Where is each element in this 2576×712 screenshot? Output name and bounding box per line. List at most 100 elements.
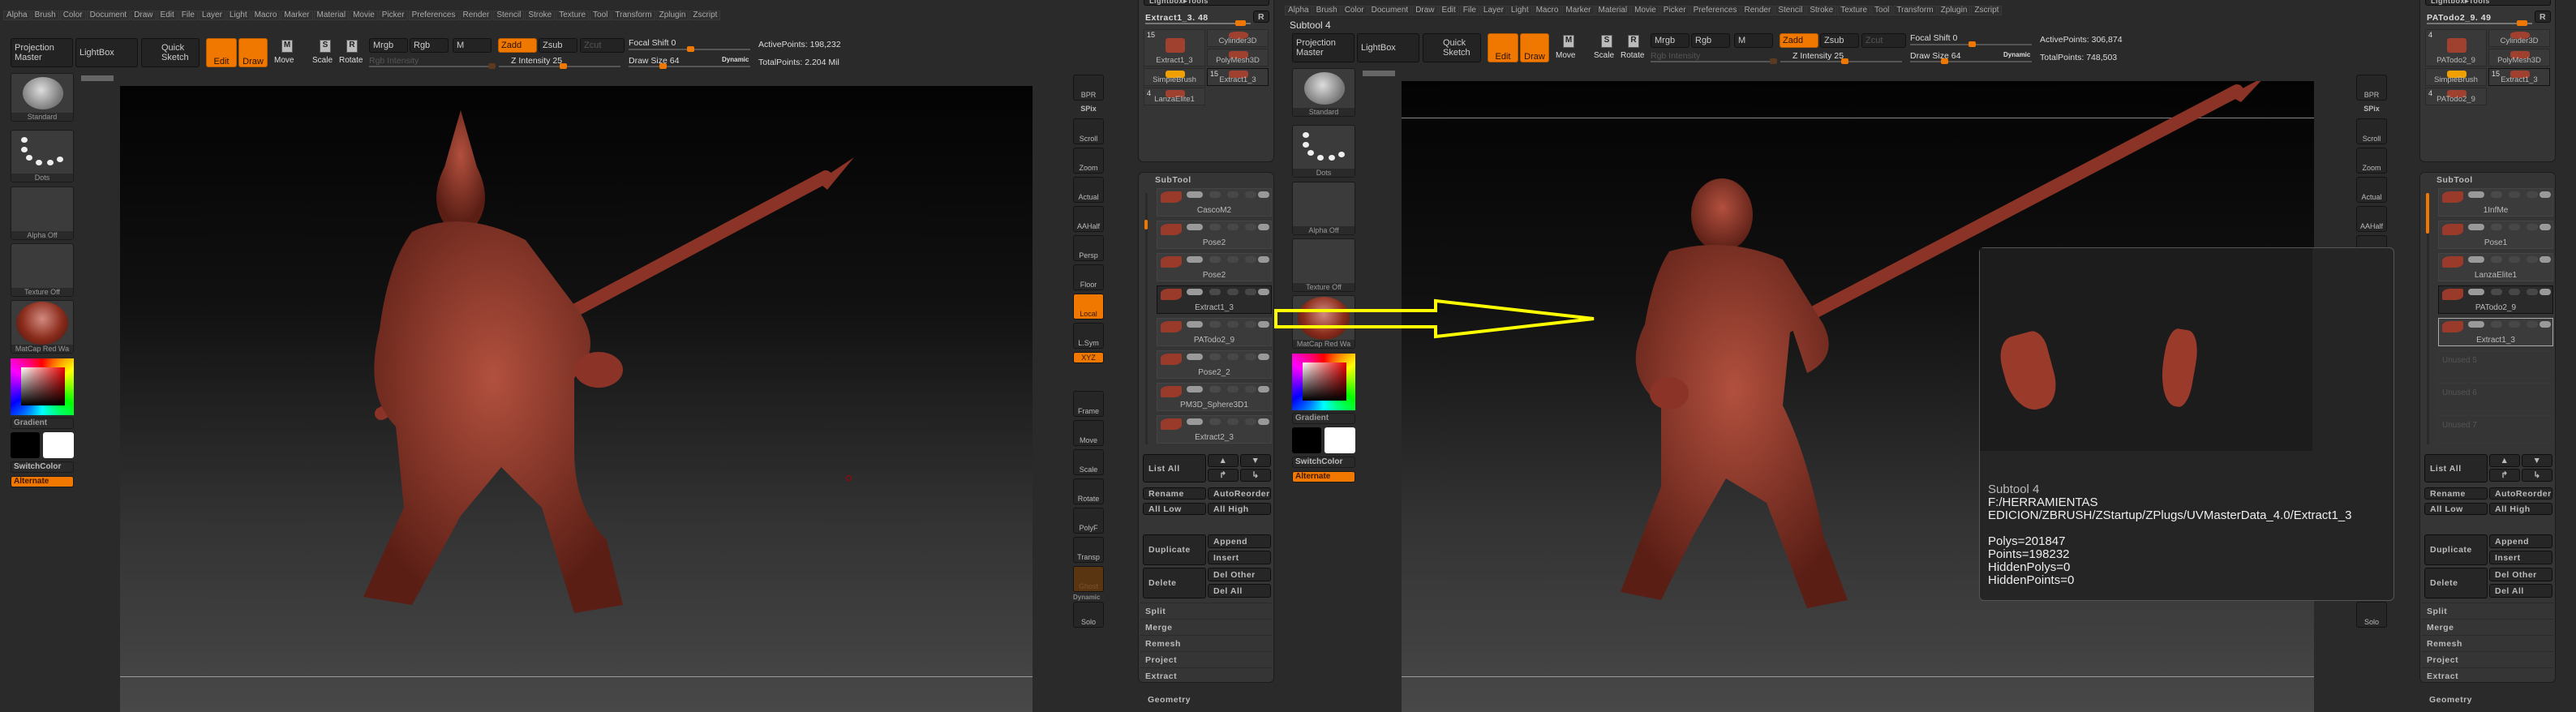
subtool-row[interactable]: Unused 5: [2438, 350, 2553, 379]
solo-toggle-icon[interactable]: [1209, 418, 1221, 425]
subtool-row[interactable]: CascoM2: [1157, 188, 1272, 217]
focal-shift-knob[interactable]: [687, 46, 694, 52]
remesh-button[interactable]: Remesh: [2427, 639, 2462, 649]
polypaint-toggle-icon[interactable]: [1187, 418, 1203, 425]
dynamic-toggle[interactable]: Dynamic: [722, 56, 749, 63]
polypaint-toggle-icon[interactable]: [1187, 289, 1203, 295]
wire-toggle-icon[interactable]: [1245, 354, 1256, 360]
del-all-button[interactable]: Del All: [1208, 584, 1271, 598]
delete-button[interactable]: Delete: [1143, 568, 1206, 598]
transp-toggle-icon[interactable]: [1227, 354, 1239, 360]
edit-button[interactable]: Edit: [206, 38, 237, 67]
visibility-eye-icon[interactable]: [1258, 224, 1269, 230]
subtool-scroll-thumb[interactable]: [2426, 193, 2429, 234]
polypaint-toggle-icon[interactable]: [1187, 256, 1203, 263]
visibility-eye-icon[interactable]: [2540, 289, 2551, 295]
polypaint-toggle-icon[interactable]: [1187, 354, 1203, 360]
lightbox-tools-button[interactable]: Lightbox▸Tools: [2425, 0, 2551, 6]
transp-toggle-icon[interactable]: [1227, 191, 1239, 198]
mrgb-button[interactable]: Mrgb: [1651, 33, 1689, 48]
menu-light[interactable]: Light: [225, 11, 251, 20]
subtool-row[interactable]: PATodo2_9: [2438, 285, 2553, 314]
tool-thumbnail[interactable]: SimpleBrush: [1144, 68, 1205, 86]
alternate-button[interactable]: Alternate: [11, 476, 74, 487]
wire-toggle-icon[interactable]: [2527, 256, 2538, 263]
transp-toggle-icon[interactable]: [2509, 256, 2520, 263]
wire-toggle-icon[interactable]: [1245, 289, 1256, 295]
polypaint-toggle-icon[interactable]: [2468, 289, 2484, 295]
transp-toggle-icon[interactable]: [2509, 224, 2520, 230]
gradient-button[interactable]: Gradient: [1292, 413, 1355, 424]
visibility-eye-icon[interactable]: [1258, 354, 1269, 360]
m-button[interactable]: M: [1734, 33, 1773, 48]
z-intensity-slider[interactable]: [499, 63, 620, 69]
tool-thumbnail[interactable]: PolyMesh3D: [2488, 49, 2550, 66]
menu-stroke[interactable]: Stroke: [1806, 6, 1837, 15]
subtool-scroll-thumb[interactable]: [1144, 220, 1148, 229]
tool-transp-button[interactable]: Transp: [1073, 537, 1104, 563]
visibility-eye-icon[interactable]: [2540, 191, 2551, 198]
visibility-eye-icon[interactable]: [2540, 321, 2551, 328]
menu-marker[interactable]: Marker: [1562, 6, 1595, 15]
zcut-button[interactable]: Zcut: [1861, 33, 1906, 48]
menu-macro[interactable]: Macro: [251, 11, 281, 20]
subtool-row[interactable]: Pose1: [2438, 221, 2553, 249]
subtool-row[interactable]: Pose2: [1157, 253, 1272, 281]
tool-aahalf-button[interactable]: AAHalf: [1073, 206, 1104, 232]
draw-button[interactable]: Draw: [238, 38, 268, 67]
draw-button[interactable]: Draw: [1520, 33, 1549, 62]
duplicate-button[interactable]: Duplicate: [2424, 534, 2488, 565]
polypaint-toggle-icon[interactable]: [1187, 224, 1203, 230]
tool-thumbnail[interactable]: 4 PATodo2_9: [2425, 88, 2487, 105]
menu-tool[interactable]: Tool: [1871, 6, 1893, 15]
solo-toggle-icon[interactable]: [2491, 289, 2502, 295]
visibility-eye-icon[interactable]: [1258, 256, 1269, 263]
rgb-button[interactable]: Rgb: [410, 38, 449, 53]
wire-toggle-icon[interactable]: [1245, 418, 1256, 425]
wire-toggle-icon[interactable]: [2527, 321, 2538, 328]
projection-master-button[interactable]: Projection Master: [1292, 33, 1355, 62]
armored-3d-model[interactable]: [120, 86, 1033, 707]
draw-size-slider[interactable]: [629, 63, 750, 69]
menu-brush[interactable]: Brush: [31, 11, 59, 20]
tool-scroll-button[interactable]: Scroll: [2356, 118, 2387, 144]
menu-stroke[interactable]: Stroke: [525, 11, 556, 20]
rgb-intensity-knob[interactable]: [488, 63, 496, 69]
zcut-button[interactable]: Zcut: [580, 38, 625, 53]
color-picker[interactable]: [11, 358, 74, 415]
wire-toggle-icon[interactable]: [1245, 321, 1256, 328]
reorder-down-button[interactable]: ↳: [1240, 469, 1271, 482]
secondary-color-swatch[interactable]: [1324, 427, 1355, 453]
tool-xyz-button[interactable]: XYZ: [1073, 352, 1104, 363]
menu-material[interactable]: Material: [313, 11, 350, 20]
focal-shift-knob[interactable]: [1968, 41, 1976, 47]
subtool-header[interactable]: SubTool: [1155, 175, 1191, 185]
move-down-button[interactable]: ▼: [2522, 454, 2552, 467]
polypaint-toggle-icon[interactable]: [1187, 191, 1203, 198]
move-up-button[interactable]: ▲: [2489, 454, 2520, 467]
tool-actual-button[interactable]: Actual: [2356, 177, 2387, 203]
menu-zplugin[interactable]: Zplugin: [655, 11, 689, 20]
move-up-button[interactable]: ▲: [1208, 454, 1239, 467]
move-down-button[interactable]: ▼: [1240, 454, 1271, 467]
tool-spix-button[interactable]: SPix: [1073, 104, 1104, 115]
menu-marker[interactable]: Marker: [281, 11, 313, 20]
all-high-button[interactable]: All High: [1208, 503, 1271, 515]
subtool-row[interactable]: Pose2_2: [1157, 350, 1272, 379]
projection-master-button[interactable]: Projection Master: [11, 38, 73, 67]
menu-zplugin[interactable]: Zplugin: [1937, 6, 1971, 15]
transp-toggle-icon[interactable]: [1227, 289, 1239, 295]
tool-slider[interactable]: [1145, 20, 1251, 26]
rgb-intensity-slider[interactable]: [1651, 58, 1778, 64]
tool-persp-button[interactable]: Persp: [1073, 235, 1104, 261]
append-button[interactable]: Append: [1208, 534, 1271, 548]
polypaint-toggle-icon[interactable]: [2468, 191, 2484, 198]
tool-aahalf-button[interactable]: AAHalf: [2356, 206, 2387, 232]
wire-toggle-icon[interactable]: [2527, 224, 2538, 230]
subtool-row[interactable]: LanzaElite1: [2438, 253, 2553, 281]
menu-texture[interactable]: Texture: [556, 11, 590, 20]
insert-button[interactable]: Insert: [2489, 551, 2552, 564]
alpha-selector[interactable]: Alpha Off: [11, 187, 74, 240]
tool-zoom-button[interactable]: Zoom: [1073, 148, 1104, 174]
solo-toggle-icon[interactable]: [2491, 224, 2502, 230]
